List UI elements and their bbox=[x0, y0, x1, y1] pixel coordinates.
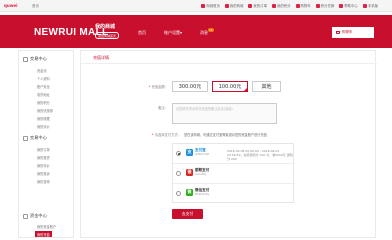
section-icon bbox=[23, 56, 28, 62]
sidebar-item-points[interactable]: 我的积分 bbox=[37, 100, 50, 105]
alipay-sub: ALIPAY.COM bbox=[195, 153, 209, 156]
payment-options: 支 支付宝 ALIPAY.COM 2016-05-08 00:00:00 - 2… bbox=[172, 143, 295, 204]
nav-messages[interactable]: 消息18 bbox=[200, 28, 214, 36]
content-panel: 充值详情 * 充值金额： 300.00元 100.00元 其他 备注： 请您填写… bbox=[80, 50, 377, 238]
section-icon bbox=[23, 213, 28, 219]
back-to-mall-link[interactable]: 返回商城首页 bbox=[95, 32, 120, 39]
sidebar-item-favorites[interactable]: 我的收藏 bbox=[37, 116, 50, 121]
sidebar-item-address[interactable]: 收货地址 bbox=[37, 92, 50, 97]
radio-wechat[interactable] bbox=[176, 191, 181, 196]
top-link-my-mall[interactable]: 我的商城 bbox=[224, 3, 243, 8]
home-icon bbox=[201, 3, 206, 8]
sidebar-item-my-reviews[interactable]: 我的评价 bbox=[37, 163, 50, 168]
section-icon bbox=[23, 135, 28, 141]
top-utility-bar: quwei 首页 商城首页 我的商城 我的订单 我的积分 购物车 积分兑换 帮助… bbox=[0, 0, 392, 12]
nav-home[interactable]: 首页 bbox=[138, 30, 146, 36]
cart-button[interactable]: 购物车 bbox=[332, 27, 374, 38]
remark-textarea[interactable]: 请您填写您对本次充值的备注信息(选填) bbox=[172, 103, 277, 124]
mini-logo[interactable]: quwei bbox=[4, 3, 18, 8]
mobile-icon bbox=[362, 3, 367, 8]
sidebar-item-orders[interactable]: 我的订单 bbox=[37, 147, 50, 152]
exchange-icon bbox=[315, 3, 320, 8]
top-link-mobile[interactable]: 手机版 bbox=[362, 3, 378, 8]
amount-label: * 充值金额： bbox=[148, 85, 168, 89]
user-icon bbox=[224, 3, 229, 8]
my-mall-block: 我的商城 返回商城首页 bbox=[95, 23, 120, 39]
home-link[interactable]: 首页 bbox=[32, 4, 39, 9]
unionpay-icon: 银 bbox=[186, 168, 193, 176]
cart-icon bbox=[336, 31, 340, 34]
my-mall-title: 我的商城 bbox=[95, 24, 116, 30]
amount-option-other[interactable]: 其他 bbox=[252, 81, 281, 92]
sidebar: 交易中心 资金池 个人资料 账户安全 收货地址 我的积分 我的优惠券 我的收藏 … bbox=[18, 50, 74, 238]
pay-submit-button[interactable]: 去支付 bbox=[172, 209, 203, 219]
message-count-badge: 18 bbox=[208, 28, 214, 32]
amount-option-100[interactable]: 100.00元 bbox=[212, 81, 248, 92]
sidebar-item-reviews[interactable]: 我的评价 bbox=[37, 124, 50, 129]
top-link-cart[interactable]: 购物车 bbox=[295, 3, 311, 8]
top-link-help[interactable]: 帮助中心 bbox=[339, 3, 358, 8]
payment-option-unionpay[interactable]: 银 银联支付 UnionPay bbox=[173, 164, 295, 184]
top-link-points[interactable]: 我的积分 bbox=[271, 3, 291, 8]
points-icon bbox=[271, 3, 276, 8]
nav-account-settings[interactable]: 账户设置▾ bbox=[164, 30, 182, 36]
tab-divider bbox=[81, 63, 377, 64]
top-nav: 商城首页 我的商城 我的订单 我的积分 购物车 积分兑换 帮助中心 手机版 bbox=[201, 3, 378, 8]
sidebar-item-coupons[interactable]: 我的优惠券 bbox=[37, 108, 53, 113]
alipay-icon: 支 bbox=[186, 148, 193, 156]
remark-label: 备注： bbox=[158, 106, 168, 110]
alipay-promo-note: 2016-05-08 00:00:00 - 2016-06-01 23:59:5… bbox=[227, 149, 293, 161]
payment-method-label: * 请选择支付方式： bbox=[151, 133, 181, 137]
payment-option-wechat[interactable]: 微 微信支付 WeChat Pay bbox=[173, 184, 295, 204]
top-link-orders[interactable]: 我的订单 bbox=[248, 3, 267, 8]
sidebar-section-funds: 资金中心 bbox=[23, 213, 47, 219]
cart-label: 购物车 bbox=[342, 30, 353, 34]
sidebar-item-profile[interactable]: 个人资料 bbox=[37, 76, 50, 81]
sidebar-section-trade-2: 交易中心 bbox=[23, 135, 47, 141]
radio-unionpay[interactable] bbox=[176, 171, 181, 176]
sidebar-item-recharge[interactable]: 我的充值 bbox=[35, 231, 52, 237]
payment-option-alipay[interactable]: 支 支付宝 ALIPAY.COM 2016-05-08 00:00:00 - 2… bbox=[173, 144, 295, 164]
main-nav: 首页 账户设置▾ 消息18 bbox=[138, 28, 214, 36]
radio-alipay[interactable] bbox=[176, 151, 181, 156]
help-icon bbox=[339, 3, 344, 8]
sidebar-item-inquiries[interactable]: 我的咨询 bbox=[37, 179, 50, 184]
unionpay-sub: UnionPay bbox=[195, 173, 207, 176]
sidebar-section-trade: 交易中心 bbox=[23, 56, 47, 62]
sidebar-item-complaints[interactable]: 我的投诉 bbox=[37, 171, 50, 176]
chevron-down-icon: ▾ bbox=[180, 30, 183, 35]
sidebar-item-fund-account[interactable]: 我的资金账户 bbox=[37, 224, 56, 229]
top-link-exchange[interactable]: 积分兑换 bbox=[315, 3, 334, 8]
amount-option-300[interactable]: 300.00元 bbox=[172, 81, 208, 92]
sidebar-item-security[interactable]: 账户安全 bbox=[37, 84, 50, 89]
order-icon bbox=[248, 3, 253, 8]
sidebar-item-returns[interactable]: 我的退货 bbox=[37, 155, 50, 160]
wechat-pay-icon: 微 bbox=[186, 188, 193, 196]
cart-icon bbox=[295, 3, 300, 8]
top-link-mall-home[interactable]: 商城首页 bbox=[201, 3, 220, 8]
payment-tip: 您在该商城，可通过支付宝等渠道对您的资金账户进行充值 bbox=[184, 133, 267, 137]
main-header: NEWRUI MALL 我的商城 返回商城首页 首页 账户设置▾ 消息18 购物… bbox=[0, 15, 392, 48]
sidebar-item-fund-pool[interactable]: 资金池 bbox=[37, 68, 47, 73]
wechat-sub: WeChat Pay bbox=[195, 193, 210, 196]
